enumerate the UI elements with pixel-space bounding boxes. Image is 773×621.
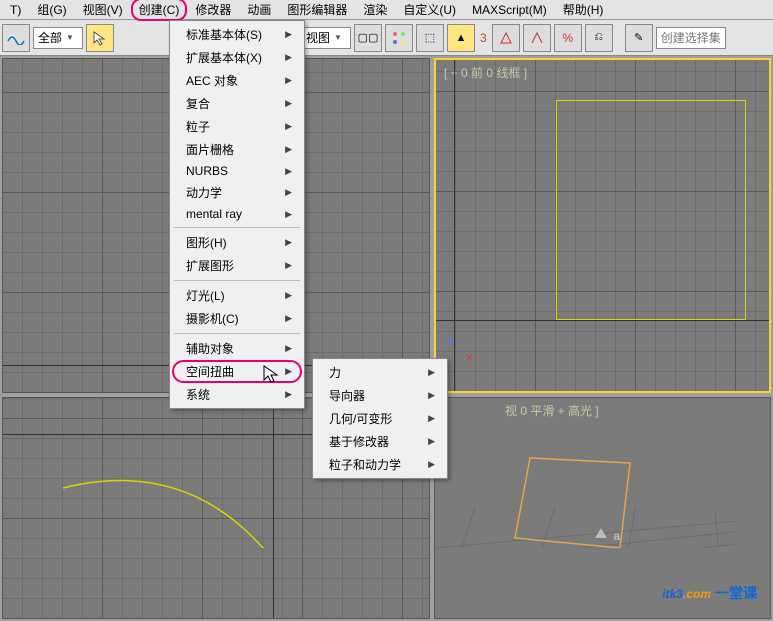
perspective-grid — [435, 398, 735, 548]
menu-item-AEC 对象[interactable]: AEC 对象▶ — [172, 69, 302, 92]
menu-item-空间扭曲[interactable]: 空间扭曲▶ — [172, 360, 302, 383]
menu-view[interactable]: 视图(V) — [75, 0, 131, 20]
snap-toggle-icon[interactable]: ▲ — [447, 24, 475, 52]
menu-item-扩展图形[interactable]: 扩展图形▶ — [172, 254, 302, 277]
menu-modifier[interactable]: 修改器 — [187, 0, 239, 20]
menu-item-粒子[interactable]: 粒子▶ — [172, 115, 302, 138]
menu-t[interactable]: T) — [2, 1, 29, 19]
submenu-item-几何/可变形[interactable]: 几何/可变形▶ — [315, 407, 445, 430]
submenu-item-粒子和动力学[interactable]: 粒子和动力学▶ — [315, 453, 445, 476]
menu-item-动力学[interactable]: 动力学▶ — [172, 181, 302, 204]
spline-curve — [3, 398, 303, 548]
menu-group[interactable]: 组(G) — [29, 0, 74, 20]
toolbar: 全部▼ 视图▼ ▢▢ ⬚ ▲ 3 % ⎌ ✎ 创建选择集 — [0, 20, 773, 56]
curves-icon[interactable] — [2, 24, 30, 52]
menu-item-图形(H)[interactable]: 图形(H)▶ — [172, 231, 302, 254]
viewport-area: [ + 0 前 0 线框 ] z × 视 0 平滑 + 高光 ] a — [0, 56, 773, 621]
menu-item-扩展基本体(X)[interactable]: 扩展基本体(X)▶ — [172, 46, 302, 69]
submenu-item-力[interactable]: 力▶ — [315, 361, 445, 384]
menu-bar: T) 组(G) 视图(V) 创建(C) 修改器 动画 图形编辑器 渲染 自定义(… — [0, 0, 773, 20]
percent-snap-icon[interactable] — [523, 24, 551, 52]
snap-value-label: 3 — [478, 31, 489, 45]
menu-gfxeditor[interactable]: 图形编辑器 — [279, 0, 355, 20]
viewport-label: [ + 0 前 0 线框 ] — [444, 64, 527, 81]
menu-item-摄影机(C)[interactable]: 摄影机(C)▶ — [172, 307, 302, 330]
spacewarp-submenu: 力▶导向器▶几何/可变形▶基于修改器▶粒子和动力学▶ — [312, 358, 448, 479]
menu-item-灯光(L)[interactable]: 灯光(L)▶ — [172, 284, 302, 307]
select-tool-icon[interactable] — [86, 24, 114, 52]
viewport-top-right[interactable]: [ + 0 前 0 线框 ] z × — [434, 58, 771, 393]
watermark-logo: itk3.com一堂课 — [662, 568, 757, 607]
menu-item-面片栅格[interactable]: 面片栅格▶ — [172, 138, 302, 161]
menu-item-标准基本体(S)[interactable]: 标准基本体(S)▶ — [172, 23, 302, 46]
menu-create[interactable]: 创建(C) — [131, 0, 188, 21]
spinner-snap-icon[interactable]: % — [554, 24, 582, 52]
angle-snap-icon[interactable] — [492, 24, 520, 52]
tool-a-icon[interactable]: ⎌ — [585, 24, 613, 52]
filter-dropdown[interactable]: 全部▼ — [33, 27, 83, 49]
view-dropdown[interactable]: 视图▼ — [301, 27, 351, 49]
menu-animation[interactable]: 动画 — [239, 0, 279, 20]
menu-render[interactable]: 渲染 — [355, 0, 395, 20]
submenu-item-导向器[interactable]: 导向器▶ — [315, 384, 445, 407]
menu-maxscript[interactable]: MAXScript(M) — [464, 1, 555, 19]
menu-item-辅助对象[interactable]: 辅助对象▶ — [172, 337, 302, 360]
named-selection-input[interactable]: 创建选择集 — [656, 27, 726, 49]
gizmo-z: z — [448, 335, 454, 347]
mirror-icon[interactable]: ▢▢ — [354, 24, 382, 52]
named-sel-icon[interactable]: ✎ — [625, 24, 653, 52]
layers-icon[interactable]: ⬚ — [416, 24, 444, 52]
menu-item-NURBS[interactable]: NURBS▶ — [172, 161, 302, 181]
menu-help[interactable]: 帮助(H) — [555, 0, 612, 20]
align-icon[interactable] — [385, 24, 413, 52]
create-menu: 标准基本体(S)▶扩展基本体(X)▶AEC 对象▶复合▶粒子▶面片栅格▶NURB… — [169, 20, 305, 409]
gizmo-x: × — [466, 352, 472, 364]
menu-item-系统[interactable]: 系统▶ — [172, 383, 302, 406]
menu-customize[interactable]: 自定义(U) — [395, 0, 464, 20]
menu-item-mental ray[interactable]: mental ray▶ — [172, 204, 302, 224]
menu-item-复合[interactable]: 复合▶ — [172, 92, 302, 115]
view-gizmo: a — [591, 526, 620, 546]
submenu-item-基于修改器[interactable]: 基于修改器▶ — [315, 430, 445, 453]
